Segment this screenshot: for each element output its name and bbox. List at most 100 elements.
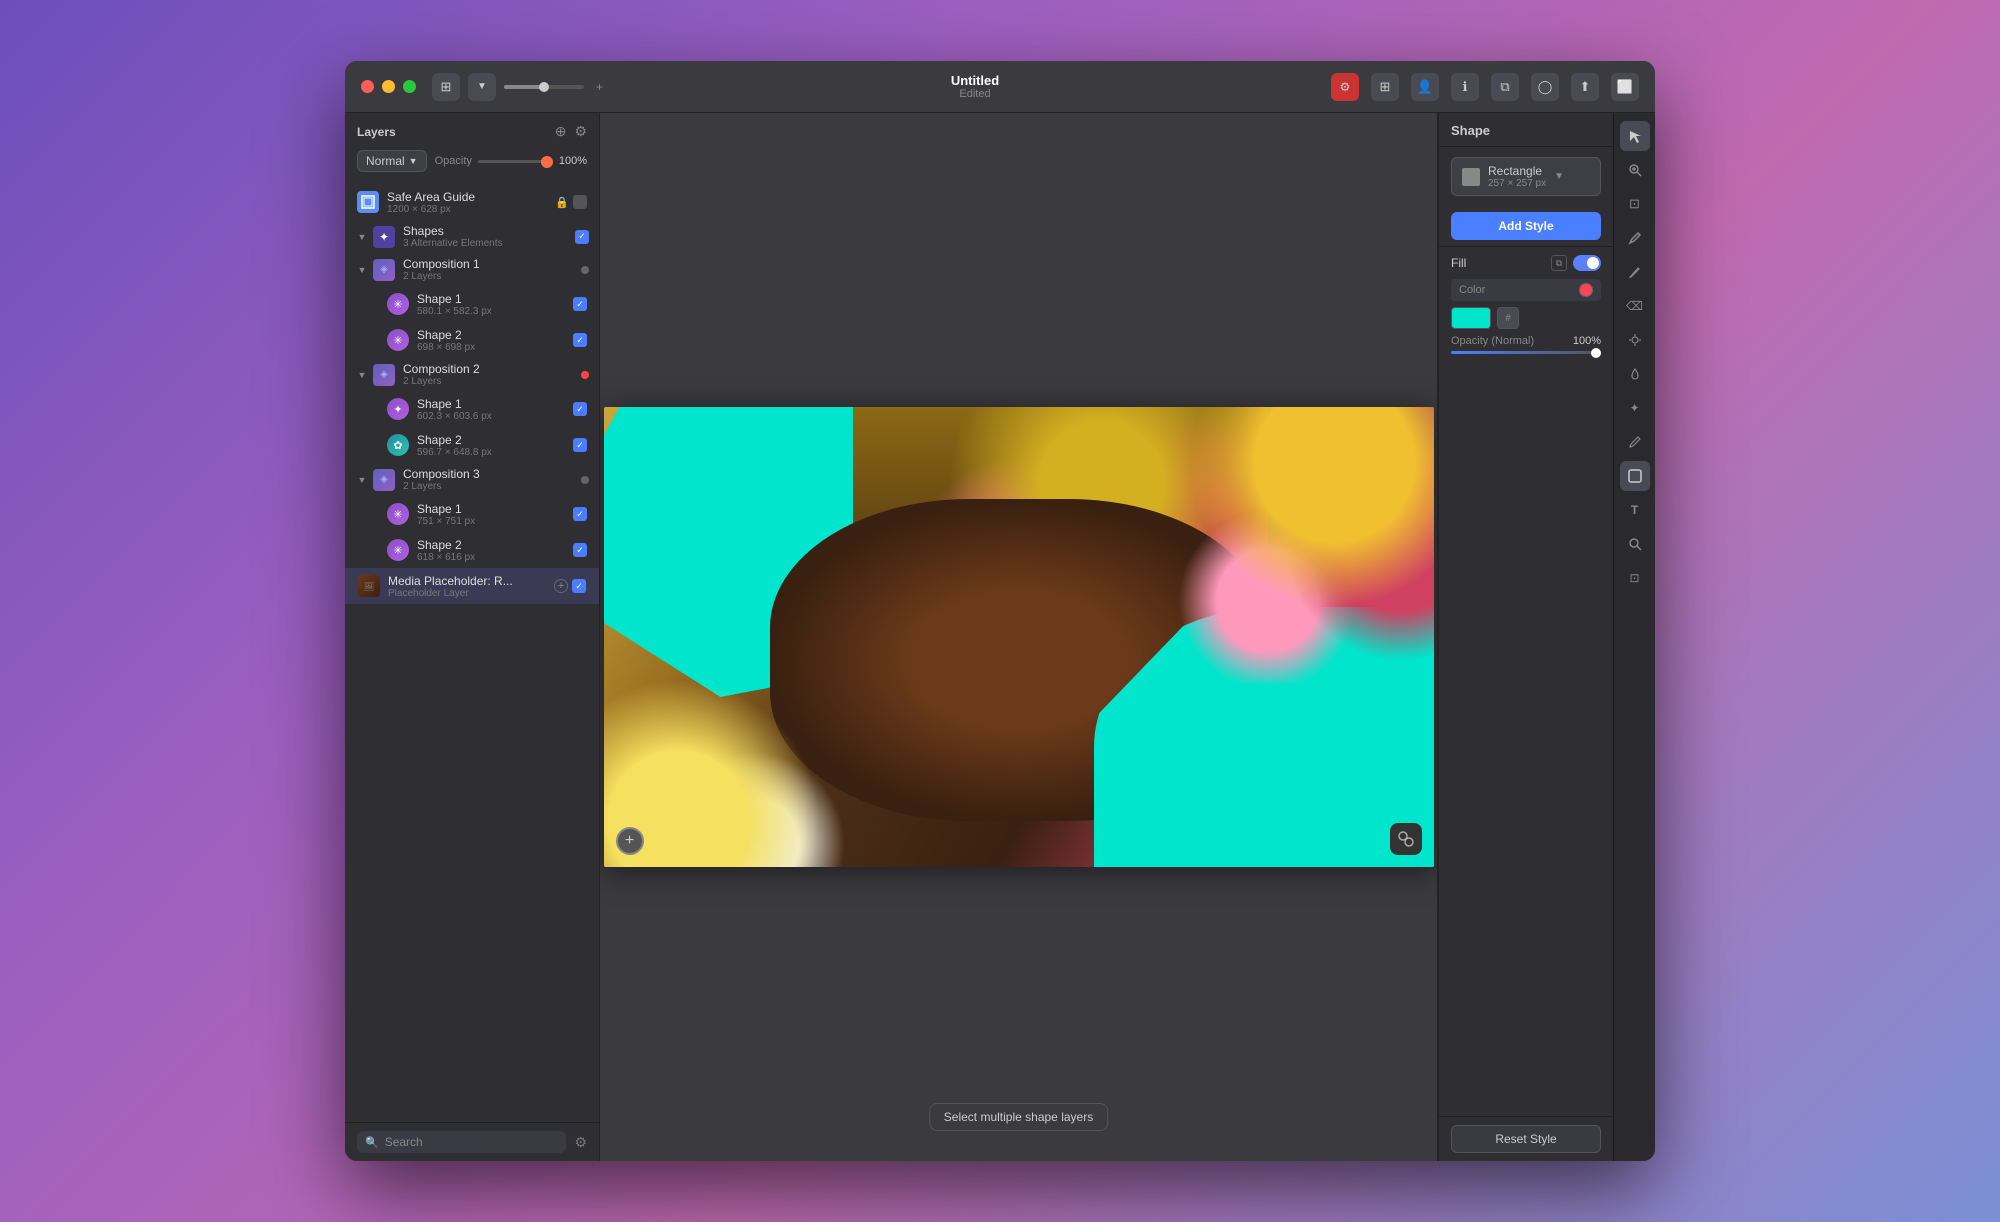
comp2-shape2[interactable]: ✿ Shape 2 596.7 × 648.8 px ✓ [345, 427, 599, 463]
opacity-prop-value: 100% [1573, 335, 1601, 347]
tool-sun[interactable] [1620, 325, 1650, 355]
shape-selector[interactable]: Rectangle 257 × 257 px ▼ [1451, 157, 1601, 196]
comp3-shape1-size: 751 × 751 px [417, 516, 573, 527]
fill-label: Fill [1451, 256, 1466, 270]
comp1-shape1-name: Shape 1 [417, 292, 573, 306]
layout-btn[interactable]: ▼ [468, 73, 496, 101]
media-placeholder[interactable]: 🖼 Media Placeholder: R... Placeholder La… [345, 568, 599, 604]
select-hint: Select multiple shape layers [929, 1103, 1108, 1131]
tb-btn-1[interactable]: ⚙ [1331, 73, 1359, 101]
tool-drop[interactable] [1620, 359, 1650, 389]
comp2-shape1-icon: ✦ [387, 398, 409, 420]
tb-btn-2[interactable]: ⊞ [1371, 73, 1399, 101]
shapes-check[interactable]: ✓ [575, 230, 589, 244]
comp1-shape1-check[interactable]: ✓ [573, 297, 587, 311]
right-panel-container: Shape Rectangle 257 × 257 px ▼ Add Style… [1437, 113, 1655, 1161]
shapes-group-sublabel: 3 Alternative Elements [403, 238, 575, 249]
sidebar-toggle[interactable]: ⊞ [432, 73, 460, 101]
comp1-shape1[interactable]: ✳ Shape 1 580.1 × 582.3 px ✓ [345, 286, 599, 322]
tool-text[interactable]: T [1620, 495, 1650, 525]
panel-header: Layers ⊕ ⚙ [345, 113, 599, 146]
tb-btn-5[interactable]: ⧉ [1491, 73, 1519, 101]
comp2-dot [581, 371, 589, 379]
comp2-shape2-check[interactable]: ✓ [573, 438, 587, 452]
tool-wand[interactable]: ✦ [1620, 393, 1650, 423]
tool-eraser[interactable]: ⌫ [1620, 291, 1650, 321]
tool-pencil[interactable] [1620, 257, 1650, 287]
comp2-shape1-check[interactable]: ✓ [573, 402, 587, 416]
canvas-area[interactable]: + Select multiple shape layers [600, 113, 1437, 1161]
tool-cursor[interactable] [1620, 121, 1650, 151]
comp2-expand-icon[interactable]: ▼ [355, 368, 369, 382]
shapes-group-icon: ✦ [373, 226, 395, 248]
comp3-shape1-name: Shape 1 [417, 502, 573, 516]
comp1-shape1-icon: ✳ [387, 293, 409, 315]
opacity-prop-slider[interactable] [1451, 351, 1601, 354]
color-badge[interactable] [1579, 283, 1593, 297]
search-icon: 🔍 [365, 1136, 379, 1149]
comp1-shape2-check[interactable]: ✓ [573, 333, 587, 347]
comp3-expand-icon[interactable]: ▼ [355, 473, 369, 487]
comp3-shape1-check[interactable]: ✓ [573, 507, 587, 521]
opacity-label: Opacity [435, 155, 472, 167]
canvas-add-button[interactable]: + [616, 827, 644, 855]
color-hex-button[interactable]: # [1497, 307, 1519, 329]
comp3-shape1[interactable]: ✳ Shape 1 751 × 751 px ✓ [345, 496, 599, 532]
settings-icon[interactable]: ⚙ [574, 123, 587, 140]
layer-safe-area[interactable]: Safe Area Guide 1200 × 628 px 🔒 [345, 184, 599, 220]
search-box[interactable]: 🔍 Search [357, 1131, 566, 1153]
tb-btn-3[interactable]: 👤 [1411, 73, 1439, 101]
shape-chevron-icon: ▼ [1554, 171, 1564, 182]
lock-icon: 🔒 [555, 196, 569, 209]
media-plus-icon[interactable]: + [554, 579, 568, 593]
tool-select-rect[interactable]: ⊡ [1620, 189, 1650, 219]
tb-btn-6[interactable]: ◯ [1531, 73, 1559, 101]
composition-3[interactable]: ▼ ◈ Composition 3 2 Layers [345, 463, 599, 496]
comp1-expand-icon[interactable]: ▼ [355, 263, 369, 277]
add-style-button[interactable]: Add Style [1451, 212, 1601, 240]
panel-footer-settings-icon[interactable]: ⚙ [574, 1134, 587, 1151]
comp2-shape2-name: Shape 2 [417, 433, 573, 447]
comp3-shape2[interactable]: ✳ Shape 2 618 × 616 px ✓ [345, 532, 599, 568]
composition-2[interactable]: ▼ ◈ Composition 2 2 Layers [345, 358, 599, 391]
comp3-shape1-text: Shape 1 751 × 751 px [417, 502, 573, 527]
comp3-shape2-icon: ✳ [387, 539, 409, 561]
comp1-icon: ◈ [373, 259, 395, 281]
tool-crop[interactable]: ⊡ [1620, 563, 1650, 593]
shapes-group[interactable]: ▼ ✦ Shapes 3 Alternative Elements ✓ [345, 220, 599, 253]
add-layer-icon[interactable]: ⊕ [555, 123, 567, 140]
reset-style-button[interactable]: Reset Style [1451, 1125, 1601, 1153]
tb-btn-7[interactable]: ⬆ [1571, 73, 1599, 101]
close-button[interactable] [361, 80, 374, 93]
composition-1[interactable]: ▼ ◈ Composition 1 2 Layers [345, 253, 599, 286]
blend-row: Normal ▼ Opacity 100% [345, 146, 599, 180]
shapes-group-name: Shapes [403, 224, 575, 238]
title-bar-controls: ⚙ ⊞ 👤 ℹ ⧉ ◯ ⬆ ⬜ [1331, 73, 1639, 101]
tool-frame[interactable] [1620, 461, 1650, 491]
comp3-shape2-check[interactable]: ✓ [573, 543, 587, 557]
shape-preview [1462, 168, 1480, 186]
tool-zoom[interactable] [1620, 155, 1650, 185]
safe-area-size: 1200 × 628 px [387, 204, 555, 215]
comp2-shape1[interactable]: ✦ Shape 1 602.3 × 603.6 px ✓ [345, 391, 599, 427]
comp1-actions [581, 266, 589, 274]
color-swatch[interactable] [1451, 307, 1491, 329]
opacity-slider[interactable] [478, 160, 553, 163]
maximize-button[interactable] [403, 80, 416, 93]
comp1-shape2[interactable]: ✳ Shape 2 698 × 698 px ✓ [345, 322, 599, 358]
tool-brush[interactable] [1620, 427, 1650, 457]
media-check[interactable]: ✓ [572, 579, 586, 593]
blend-mode-select[interactable]: Normal ▼ [357, 150, 427, 172]
fill-section: Fill ⧉ Color # Op [1439, 246, 1613, 362]
minimize-button[interactable] [382, 80, 395, 93]
tb-btn-4[interactable]: ℹ [1451, 73, 1479, 101]
shapes-group-actions: ✓ [575, 230, 589, 244]
shapes-expand-icon[interactable]: ▼ [355, 230, 369, 244]
tool-pen[interactable] [1620, 223, 1650, 253]
tb-btn-8[interactable]: ⬜ [1611, 73, 1639, 101]
fill-toggle-switch[interactable] [1573, 255, 1601, 271]
tool-search-zoom[interactable] [1620, 529, 1650, 559]
safe-area-visibility[interactable] [573, 195, 587, 209]
media-placeholder-icon: 🖼 [358, 575, 380, 597]
fill-copy-icon[interactable]: ⧉ [1551, 255, 1567, 271]
